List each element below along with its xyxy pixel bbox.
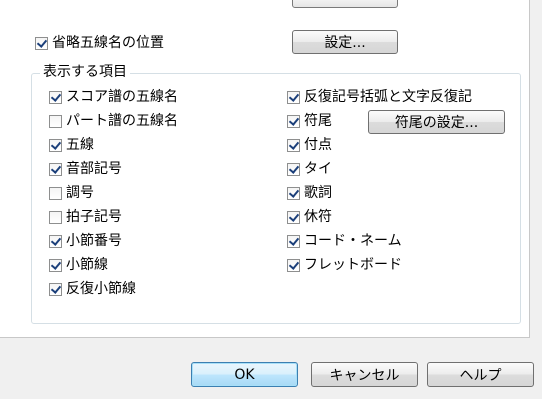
checkbox-clef[interactable]: 音部記号 — [49, 160, 122, 178]
checkbox-label: 五線 — [66, 137, 94, 153]
checkbox-staff[interactable]: 五線 — [49, 136, 94, 154]
checkbox-box[interactable] — [287, 114, 300, 128]
checkbox-box[interactable] — [49, 282, 62, 296]
checkbox-score-staff-name[interactable]: スコア譜の五線名 — [49, 88, 178, 106]
checkbox-box[interactable] — [49, 138, 62, 152]
checkbox-box[interactable] — [287, 210, 300, 224]
omit-staff-name-position-option[interactable]: 省略五線名の位置 — [35, 34, 164, 52]
checkbox-box[interactable] — [49, 258, 62, 272]
checkbox-rest[interactable]: 休符 — [287, 208, 332, 226]
checkbox-label: 小節線 — [66, 257, 108, 273]
checkbox-box[interactable] — [49, 162, 62, 176]
omit-staff-name-position-checkbox[interactable] — [35, 36, 48, 50]
checkbox-label: スコア譜の五線名 — [66, 89, 178, 105]
checkbox-repeat-brackets-text-repeats[interactable]: 反復記号括弧と文字反復記 — [287, 88, 472, 106]
checkbox-tie[interactable]: タイ — [287, 160, 332, 178]
checkbox-box[interactable] — [287, 138, 300, 152]
checkbox-lyrics[interactable]: 歌詞 — [287, 184, 332, 202]
checkbox-stem[interactable]: 符尾 — [287, 112, 332, 130]
checkbox-time-signature[interactable]: 拍子記号 — [49, 208, 122, 226]
omit-staff-name-position-label: 省略五線名の位置 — [52, 35, 164, 51]
checkbox-key-signature[interactable]: 調号 — [49, 184, 94, 202]
checkbox-box[interactable] — [49, 186, 62, 200]
checkbox-measure-number[interactable]: 小節番号 — [49, 232, 122, 250]
checkbox-box[interactable] — [49, 114, 62, 128]
checkbox-label: パート譜の五線名 — [66, 113, 178, 129]
checkbox-box[interactable] — [287, 234, 300, 248]
checkbox-box[interactable] — [287, 90, 300, 104]
options-panel: 省略五線名の位置 設定... 表示する項目 スコア譜の五線名 パート譜の五線名 … — [0, 0, 530, 338]
checkbox-dot[interactable]: 付点 — [287, 136, 332, 154]
checkbox-label: 歌詞 — [304, 185, 332, 201]
checkbox-label: 反復小節線 — [66, 281, 136, 297]
ok-button[interactable]: OK — [191, 362, 298, 387]
checkbox-part-staff-name[interactable]: パート譜の五線名 — [49, 112, 178, 130]
checkbox-label: 拍子記号 — [66, 209, 122, 225]
checkbox-box[interactable] — [287, 258, 300, 272]
checkbox-label: 調号 — [66, 185, 94, 201]
stem-settings-button[interactable]: 符尾の設定... — [368, 110, 505, 134]
checkbox-chord-name[interactable]: コード・ネーム — [287, 232, 402, 250]
checkbox-box[interactable] — [49, 210, 62, 224]
checkbox-label: 音部記号 — [66, 161, 122, 177]
checkbox-label: タイ — [304, 161, 332, 177]
checkbox-label: 符尾 — [304, 113, 332, 129]
checkbox-label: 休符 — [304, 209, 332, 225]
checkbox-box[interactable] — [49, 234, 62, 248]
checkbox-box[interactable] — [287, 186, 300, 200]
checkbox-fretboard[interactable]: フレットボード — [287, 256, 402, 274]
checkbox-label: フレットボード — [304, 257, 402, 273]
position-settings-button[interactable]: 設定... — [292, 30, 398, 54]
display-items-group-title: 表示する項目 — [40, 63, 130, 81]
top-button-partial[interactable] — [292, 0, 398, 8]
help-button[interactable]: ヘルプ — [427, 362, 534, 387]
cancel-button[interactable]: キャンセル — [311, 362, 418, 387]
checkbox-label: コード・ネーム — [304, 233, 402, 249]
checkbox-label: 小節番号 — [66, 233, 122, 249]
checkbox-box[interactable] — [49, 90, 62, 104]
checkbox-repeat-barline[interactable]: 反復小節線 — [49, 280, 136, 298]
checkbox-label: 付点 — [304, 137, 332, 153]
checkbox-barline[interactable]: 小節線 — [49, 256, 108, 274]
checkbox-label: 反復記号括弧と文字反復記 — [304, 89, 472, 105]
checkbox-box[interactable] — [287, 162, 300, 176]
